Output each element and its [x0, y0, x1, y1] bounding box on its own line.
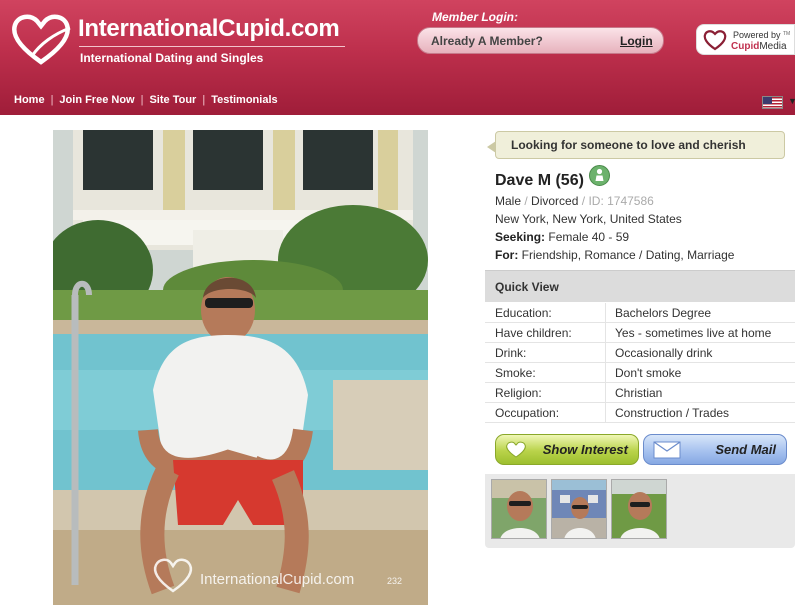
quick-view-value: Construction / Trades [615, 406, 730, 420]
logo-divider [79, 46, 345, 47]
for-label: For: [495, 248, 519, 262]
nav-join-free-now[interactable]: Join Free Now [59, 94, 134, 106]
trademark-mark: TM [783, 31, 791, 37]
powered-by-rest: Media [759, 41, 787, 52]
logo-tagline: International Dating and Singles [80, 51, 264, 65]
quick-view-label: Occupation: [495, 406, 560, 420]
quick-view-value: Don't smoke [615, 366, 682, 380]
column-divider [605, 403, 606, 423]
quick-view-title: Quick View [495, 280, 559, 294]
quick-view-row: Religion: Christian [485, 383, 795, 403]
column-divider [605, 383, 606, 403]
quick-view-header: Quick View [485, 270, 795, 302]
column-divider [605, 363, 606, 383]
powered-by-brand: Cupid [731, 41, 760, 52]
main-profile-photo[interactable]: InternationalCupid.com 232 [53, 130, 428, 605]
profile-seeking: Seeking: Female 40 - 59 [495, 230, 629, 244]
column-divider [605, 343, 606, 363]
heart-logo-icon[interactable] [10, 12, 72, 66]
quick-view-row: Drink: Occasionally drink [485, 343, 795, 363]
send-mail-label: Send Mail [715, 442, 776, 457]
logo-text[interactable]: InternationalCupid.com [78, 15, 340, 43]
powered-by-badge[interactable]: Powered by CupidMedia TM [696, 24, 795, 55]
separator: / [524, 194, 528, 208]
member-login-title: Member Login: [432, 10, 518, 24]
already-member-text: Already A Member? [431, 34, 543, 48]
profile-basics: Male / Divorced / ID: 1747586 [495, 194, 654, 208]
person-online-icon [589, 165, 610, 186]
show-interest-button[interactable]: Show Interest [495, 434, 639, 465]
profile-name: Dave M (56) [495, 172, 584, 189]
nav-separator: | [140, 94, 144, 106]
nav-home[interactable]: Home [14, 94, 45, 106]
column-divider [605, 323, 606, 343]
member-login-box: Already A Member? Login [417, 27, 664, 54]
quick-view-table: Education: Bachelors Degree Have childre… [485, 303, 795, 423]
for-value: Friendship, Romance / Dating, Marriage [521, 248, 735, 262]
cupidmedia-heart-icon [703, 30, 727, 51]
powered-by-name: CupidMedia [731, 41, 787, 52]
profile-headline: Looking for someone to love and cherish [511, 138, 746, 152]
separator: / [581, 194, 586, 208]
quick-view-row: Occupation: Construction / Trades [485, 403, 795, 423]
login-link[interactable]: Login [620, 34, 653, 48]
quick-view-row: Have children: Yes - sometimes live at h… [485, 323, 795, 343]
thumbnail-photo[interactable] [611, 479, 667, 539]
headline-bubble: Looking for someone to love and cherish [495, 131, 785, 159]
seeking-value: Female 40 - 59 [548, 230, 630, 244]
quick-view-label: Drink: [495, 346, 527, 360]
thumbnail-photo[interactable] [491, 479, 547, 539]
site-header: InternationalCupid.com International Dat… [0, 0, 795, 115]
quick-view-label: Have children: [495, 326, 572, 340]
us-flag-icon[interactable] [762, 96, 783, 109]
profile-for: For: Friendship, Romance / Dating, Marri… [495, 248, 734, 262]
quick-view-value: Christian [615, 386, 663, 400]
nav-testimonials[interactable]: Testimonials [211, 94, 277, 106]
quick-view-value: Yes - sometimes live at home [615, 326, 772, 340]
nav-separator: | [202, 94, 206, 106]
quick-view-label: Education: [495, 306, 552, 320]
main-nav: Home | Join Free Now | Site Tour | Testi… [14, 94, 278, 106]
seeking-label: Seeking: [495, 230, 546, 244]
nav-separator: | [50, 94, 54, 106]
powered-by-label: Powered by [733, 30, 781, 40]
column-divider [605, 303, 606, 323]
photo-watermark: InternationalCupid.com [200, 571, 354, 588]
show-interest-label: Show Interest [542, 442, 628, 457]
quick-view-value: Occasionally drink [615, 346, 713, 360]
profile-location: New York, New York, United States [495, 212, 682, 226]
photo-number: 232 [387, 576, 402, 586]
photo-thumbnails [485, 474, 795, 548]
language-dropdown-caret-icon[interactable]: ▼ [788, 96, 795, 106]
quick-view-row: Education: Bachelors Degree [485, 303, 795, 323]
profile-id: ID: 1747586 [588, 194, 654, 208]
quick-view-value: Bachelors Degree [615, 306, 712, 320]
thumbnail-photo[interactable] [551, 479, 607, 539]
quick-view-row: Smoke: Don't smoke [485, 363, 795, 383]
nav-site-tour[interactable]: Site Tour [149, 94, 196, 106]
quick-view-label: Smoke: [495, 366, 536, 380]
heart-icon [506, 441, 526, 458]
profile-gender: Male [495, 194, 522, 208]
profile-marital-status: Divorced [531, 194, 579, 208]
envelope-icon [653, 441, 681, 459]
quick-view-label: Religion: [495, 386, 542, 400]
send-mail-button[interactable]: Send Mail [643, 434, 787, 465]
